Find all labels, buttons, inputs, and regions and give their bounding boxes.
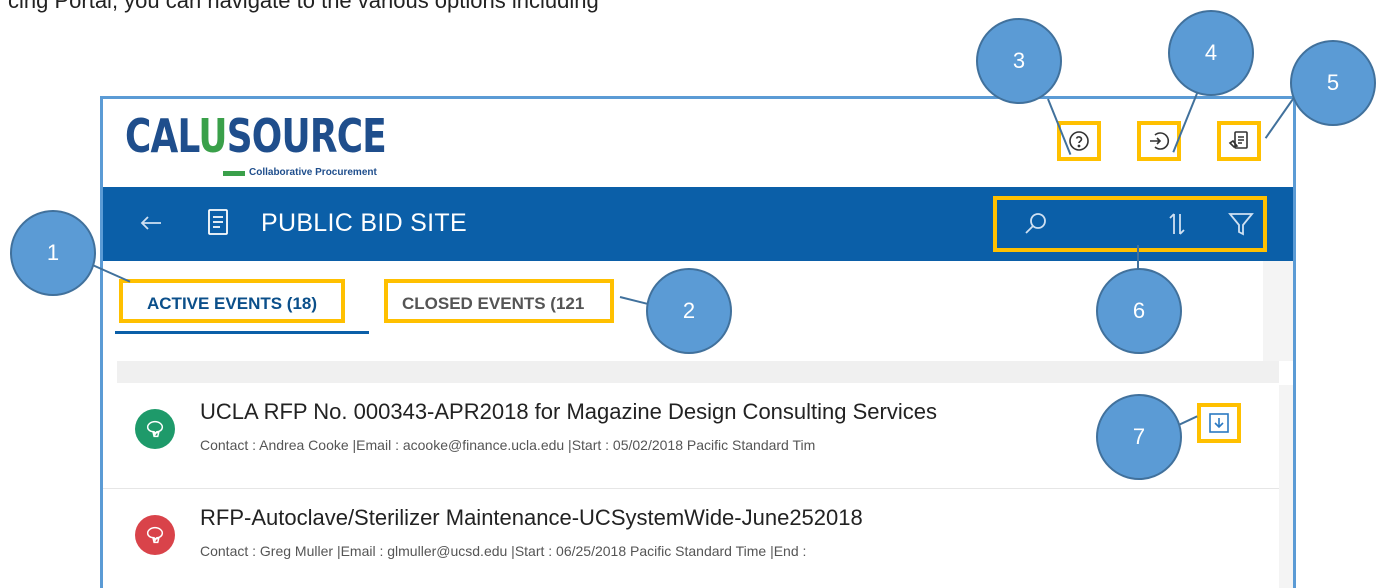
login-icon [1150, 132, 1170, 150]
back-arrow-icon[interactable] [137, 209, 165, 237]
intro-text: cing Portal, you can navigate to the var… [8, 0, 599, 13]
tab-active-events[interactable]: ACTIVE EVENTS (18) [119, 279, 345, 323]
top-header: CALUSOURCE Collaborative Procurement [103, 99, 1293, 187]
toolbar-actions [993, 196, 1267, 252]
register-button[interactable] [1217, 121, 1261, 161]
register-icon [1228, 131, 1248, 149]
sort-icon[interactable] [1163, 210, 1191, 238]
calusource-logo[interactable]: CALUSOURCE Collaborative Procurement [125, 105, 387, 183]
document-icon [208, 209, 228, 235]
callout-5: 5 [1290, 40, 1376, 126]
callout-3: 3 [976, 18, 1062, 104]
callout-6: 6 [1096, 268, 1182, 354]
callout-4: 4 [1168, 10, 1254, 96]
list-vertical-scrollbar[interactable] [1279, 385, 1293, 588]
callout-2: 2 [646, 268, 732, 354]
search-icon[interactable] [1023, 210, 1051, 238]
callout-1: 1 [10, 210, 96, 296]
tabs-vertical-scrollbar[interactable] [1263, 261, 1293, 361]
tab-closed-events[interactable]: CLOSED EVENTS (121 [384, 279, 614, 323]
event-title[interactable]: RFP-Autoclave/Sterilizer Maintenance-UCS… [200, 505, 863, 531]
login-button[interactable] [1137, 121, 1181, 161]
active-tab-indicator [115, 331, 369, 334]
download-icon [1209, 413, 1229, 433]
event-status-badge [135, 515, 175, 555]
filter-icon[interactable] [1227, 210, 1255, 238]
tabs-horizontal-scrollbar[interactable] [117, 361, 1279, 383]
event-title[interactable]: UCLA RFP No. 000343-APR2018 for Magazine… [200, 399, 937, 425]
callout-7: 7 [1096, 394, 1182, 480]
event-details: Contact : Andrea Cooke |Email : acooke@f… [200, 437, 816, 453]
nav-bar: PUBLIC BID SITE [103, 187, 1293, 261]
auction-icon [146, 420, 164, 438]
event-list-item[interactable]: RFP-Autoclave/Sterilizer Maintenance-UCS… [103, 491, 1279, 588]
page-title: PUBLIC BID SITE [261, 209, 467, 237]
auction-icon [146, 526, 164, 544]
logo-tagline: Collaborative Procurement [249, 167, 377, 178]
help-icon [1069, 131, 1089, 151]
event-status-badge [135, 409, 175, 449]
download-button[interactable] [1197, 403, 1241, 443]
logo-wordmark: CALUSOURCE [125, 109, 387, 163]
event-details: Contact : Greg Muller |Email : glmuller@… [200, 543, 807, 559]
logo-accent-bar [223, 171, 245, 176]
